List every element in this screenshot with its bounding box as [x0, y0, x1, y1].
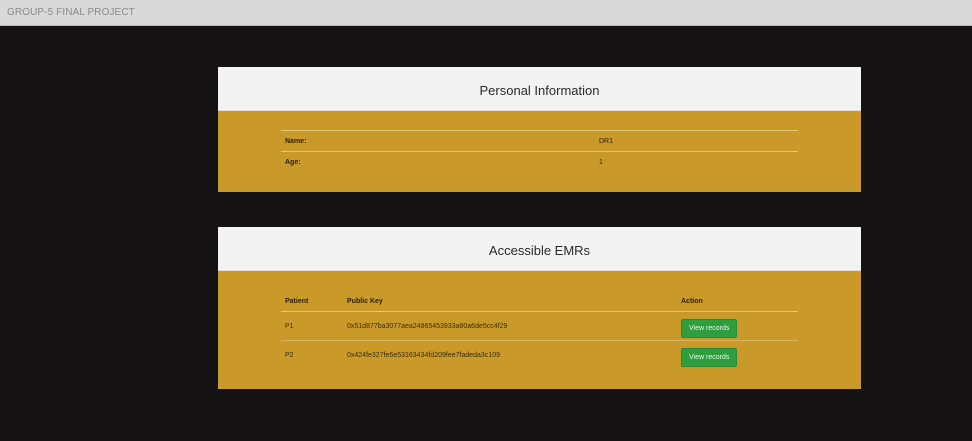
- patient-cell: P1: [281, 311, 343, 341]
- action-column-header: Action: [677, 291, 798, 312]
- table-row: P2 0x424fe327fe6e53163434fd209fee7fadeda…: [281, 340, 798, 369]
- action-cell: View records: [677, 311, 798, 341]
- table-row: P1 0x51d877ba3077aea24865453933a80a6de5c…: [281, 311, 798, 341]
- age-label: Age:: [281, 151, 595, 172]
- public-key-cell: 0x51d877ba3077aea24865453933a80a6de5cc4f…: [343, 311, 677, 341]
- view-records-button-p1[interactable]: View records: [681, 318, 738, 338]
- brand-title[interactable]: GROUP-5 FINAL PROJECT: [7, 7, 135, 18]
- public-key-column-header: Public Key: [343, 291, 677, 312]
- accessible-emrs-title: Accessible EMRs: [218, 227, 861, 271]
- name-value: DR1: [595, 130, 798, 152]
- info-row-name: Name: DR1: [281, 130, 798, 152]
- emr-table-header: Patient Public Key Action: [281, 291, 798, 312]
- view-records-button-p2[interactable]: View records: [681, 347, 738, 367]
- info-row-age: Age: 1: [281, 151, 798, 172]
- name-label: Name:: [281, 130, 595, 152]
- action-cell: View records: [677, 340, 798, 369]
- personal-info-table: Name: DR1 Age: 1: [281, 130, 798, 172]
- personal-information-card: Personal Information Name: DR1 Age: 1: [218, 67, 861, 192]
- personal-information-title: Personal Information: [218, 67, 861, 111]
- top-navbar: GROUP-5 FINAL PROJECT: [0, 0, 972, 26]
- public-key-cell: 0x424fe327fe6e53163434fd209fee7fadeda3c1…: [343, 340, 677, 369]
- patient-column-header: Patient: [281, 291, 343, 312]
- patient-cell: P2: [281, 340, 343, 369]
- emr-table: Patient Public Key Action P1 0x51d877ba3…: [281, 291, 798, 369]
- age-value: 1: [595, 151, 798, 172]
- accessible-emrs-card: Accessible EMRs Patient Public Key Actio…: [218, 227, 861, 389]
